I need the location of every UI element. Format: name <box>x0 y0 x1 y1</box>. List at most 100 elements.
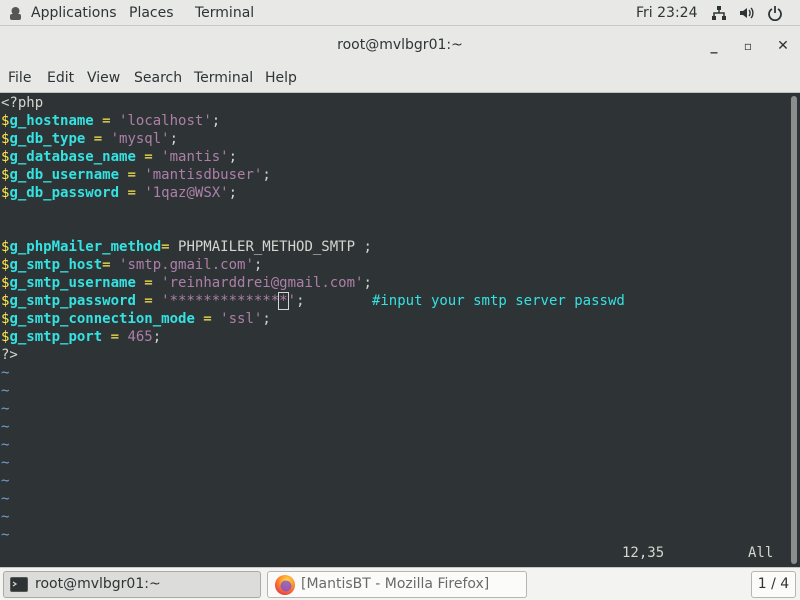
terminal-icon <box>10 577 28 592</box>
empty-line-marker: ~ <box>1 419 10 435</box>
string-value: 'mantisdbuser' <box>144 167 263 183</box>
applications-menu[interactable]: Applications <box>31 0 117 26</box>
empty-line-marker: ~ <box>1 401 10 417</box>
string-value: 'mysql' <box>110 131 170 147</box>
menu-help[interactable]: Help <box>265 64 297 92</box>
variable-name: g_db_type <box>9 131 86 147</box>
constant-value: PHPMAILER_METHOD_SMTP ; <box>169 239 372 255</box>
task-terminal-label: root@mvlbgr01:~ <box>35 576 161 592</box>
variable-name: g_hostname <box>9 113 94 129</box>
operator: = <box>194 311 221 327</box>
semicolon: ; <box>253 257 263 273</box>
menu-edit[interactable]: Edit <box>47 64 74 92</box>
text-cursor: * <box>278 292 289 310</box>
semicolon: ; <box>262 167 271 183</box>
task-firefox[interactable]: [MantisBT - Mozilla Firefox] <box>267 571 527 598</box>
operator: = <box>85 131 111 147</box>
semicolon: ; <box>169 131 179 147</box>
workspace-pager[interactable]: 1 / 4 <box>751 571 796 598</box>
terminal-app-menu[interactable]: Terminal <box>195 0 254 26</box>
operator: = <box>102 329 128 345</box>
code-line: $g_smtp_password = '**************'; #in… <box>1 292 625 310</box>
maximize-button[interactable]: ▫ <box>738 36 758 56</box>
empty-line-marker: ~ <box>1 455 10 471</box>
semicolon: ; <box>363 275 372 291</box>
semicolon: ; <box>228 185 238 201</box>
terminal-content[interactable]: 12,35 All <?php $g_hostname = 'localhost'… <box>0 93 788 567</box>
code-line: $g_smtp_connection_mode = 'ssl'; <box>1 310 271 328</box>
scrollbar-thumb[interactable] <box>791 96 797 564</box>
string-value: '************* <box>161 293 280 309</box>
empty-line-marker: ~ <box>1 383 10 399</box>
operator: = <box>119 167 145 183</box>
window-titlebar[interactable]: root@mvlbgr01:~ _ ▫ ✕ <box>0 26 800 64</box>
string-value: 'localhost' <box>119 113 212 129</box>
code-line: $g_smtp_username = 'reinharddrei@gmail.c… <box>1 274 372 292</box>
variable-name: g_db_password <box>9 185 120 201</box>
operator: = <box>135 275 162 291</box>
menu-search[interactable]: Search <box>134 64 182 92</box>
code-comment: #input your smtp server passwd <box>371 293 625 309</box>
empty-line-marker: ~ <box>1 365 10 381</box>
code-line: $g_database_name = 'mantis'; <box>1 148 237 166</box>
operator: = <box>93 113 120 129</box>
string-value: 'smtp.gmail.com' <box>119 257 254 273</box>
taskbar: root@mvlbgr01:~ [MantisBT - Mozilla Fire… <box>0 567 800 600</box>
code-text: <?php <box>1 95 44 111</box>
variable-name: g_smtp_username <box>9 275 136 291</box>
task-terminal[interactable]: root@mvlbgr01:~ <box>3 571 261 598</box>
empty-line-marker: ~ <box>1 509 10 525</box>
semicolon: ; <box>262 311 271 327</box>
network-icon[interactable] <box>711 5 727 21</box>
string-value: ' <box>287 293 297 309</box>
applications-icon <box>10 7 21 20</box>
scroll-indicator: All <box>748 545 774 561</box>
cursor-position: 12,35 <box>622 545 665 561</box>
code-line: $g_phpMailer_method= PHPMAILER_METHOD_SM… <box>1 238 372 256</box>
operator: = <box>135 293 162 309</box>
volume-icon[interactable] <box>739 5 755 21</box>
empty-line-marker: ~ <box>1 491 10 507</box>
code-line: $g_smtp_port = 465; <box>1 328 161 346</box>
empty-line-marker: ~ <box>1 437 10 453</box>
code-line: $g_db_password = '1qaz@WSX'; <box>1 184 237 202</box>
number-value: 465 <box>127 329 153 345</box>
semicolon: ; <box>296 293 305 309</box>
operator: = <box>119 185 145 201</box>
code-line: $g_db_type = 'mysql'; <box>1 130 178 148</box>
close-button[interactable]: ✕ <box>773 36 793 56</box>
variable-name: g_smtp_host <box>9 257 103 273</box>
minimize-button[interactable]: _ <box>704 36 724 56</box>
firefox-icon <box>275 575 295 595</box>
variable-name: g_phpMailer_method <box>9 239 162 255</box>
code-line: $g_smtp_host= 'smtp.gmail.com'; <box>1 256 262 274</box>
menu-terminal[interactable]: Terminal <box>194 64 253 92</box>
semicolon: ; <box>211 113 221 129</box>
variable-name: g_smtp_port <box>9 329 103 345</box>
menu-file[interactable]: File <box>8 64 31 92</box>
code-line: $g_db_username = 'mantisdbuser'; <box>1 166 271 184</box>
string-value: 'mantis' <box>161 149 229 165</box>
menu-view[interactable]: View <box>87 64 120 92</box>
code-text: ?> <box>1 347 18 363</box>
top-bar: Applications Places Terminal Fri 23:24 <box>0 0 800 26</box>
task-firefox-label: [MantisBT - Mozilla Firefox] <box>301 576 490 592</box>
operator: = <box>102 257 120 273</box>
power-icon[interactable] <box>767 5 783 21</box>
empty-line-marker: ~ <box>1 527 10 543</box>
variable-name: g_smtp_password <box>9 293 136 309</box>
operator: = <box>135 149 162 165</box>
places-menu[interactable]: Places <box>129 0 174 26</box>
string-value: '1qaz@WSX' <box>144 185 229 201</box>
clock[interactable]: Fri 23:24 <box>636 0 697 26</box>
string-value: 'ssl' <box>220 311 263 327</box>
variable-name: g_db_username <box>9 167 120 183</box>
menu-bar: File Edit View Search Terminal Help <box>0 64 800 93</box>
string-value: 'reinharddrei@gmail.com' <box>161 275 364 291</box>
variable-name: g_smtp_connection_mode <box>9 311 195 327</box>
code-line: ?> <box>1 346 18 364</box>
variable-name: g_database_name <box>9 149 136 165</box>
semicolon: ; <box>228 149 238 165</box>
code-line: <?php <box>1 94 43 112</box>
